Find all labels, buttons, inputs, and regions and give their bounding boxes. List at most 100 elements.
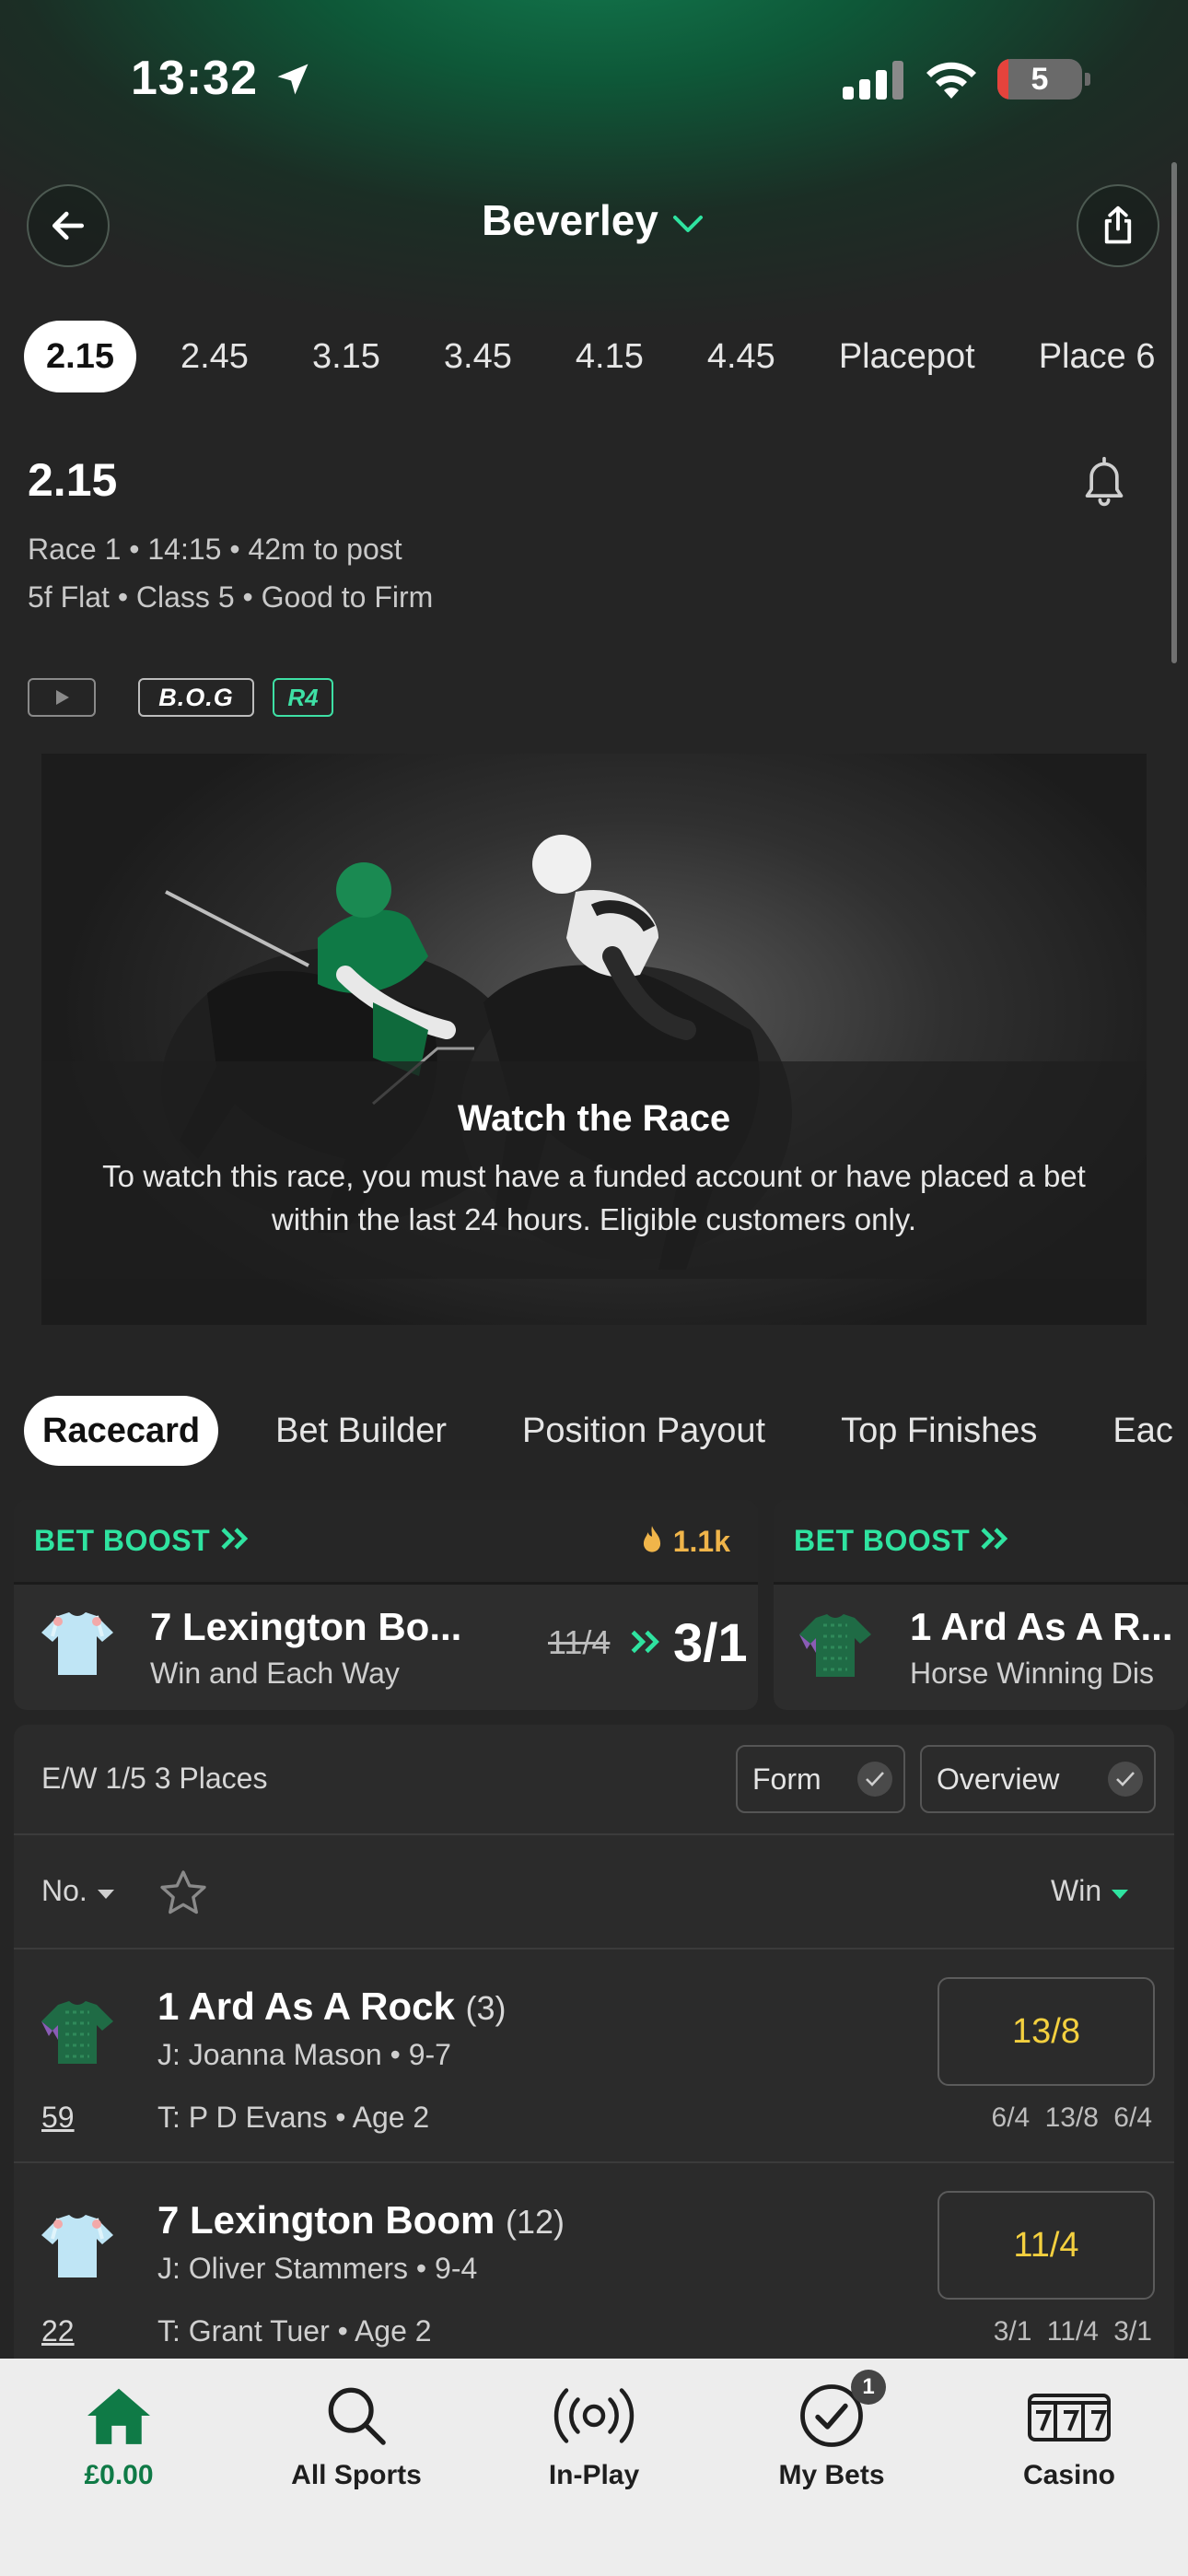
location-arrow-icon <box>277 64 309 95</box>
bet-boost-card[interactable]: BET BOOST 1.1k 7 Lexington Bo... Win and… <box>14 1500 758 1710</box>
tab-position-payout[interactable]: Position Payout <box>504 1396 784 1466</box>
runner-rating[interactable]: 22 <box>41 2314 75 2348</box>
search-icon <box>328 2387 386 2445</box>
tab-top-finishes[interactable]: Top Finishes <box>822 1396 1055 1466</box>
race-meta: Race 1 • 14:15 • 42m to post <box>28 533 402 566</box>
odds-history: 6/4 13/8 6/4 <box>991 2102 1152 2133</box>
venue-name: Beverley <box>482 196 658 244</box>
silk-lexington-boom-icon <box>41 2215 113 2277</box>
racecard-list: E/W 1/5 3 Places Form Overview No. Win 1… <box>14 1725 1174 2370</box>
silk-ard-as-a-rock-icon <box>41 2001 113 2064</box>
my-bets-label: My Bets <box>778 2460 885 2490</box>
race-title: 2.15 <box>28 454 118 506</box>
sort-by-number[interactable]: No. <box>41 1874 116 1908</box>
share-button[interactable] <box>1077 184 1159 267</box>
battery-cap <box>1085 73 1090 86</box>
runner-row[interactable]: 1 Ard As A Rock (3) J: Joanna Mason • 9-… <box>14 1950 1174 2163</box>
all-sports-label: All Sports <box>291 2460 422 2490</box>
runner-rating[interactable]: 59 <box>41 2101 75 2135</box>
my-bets-count-badge: 1 <box>851 2370 886 2405</box>
form-toggle-label: Form <box>752 1762 821 1796</box>
runner-trainer: T: Grant Tuer • Age 2 <box>157 2314 432 2348</box>
bet-boost-market: Win and Each Way <box>150 1657 400 1690</box>
runner-jockey: J: Oliver Stammers • 9-4 <box>157 2252 478 2285</box>
runner-row[interactable]: 7 Lexington Boom (12) J: Oliver Stammers… <box>14 2163 1174 2370</box>
bet-boost-header-2: BET BOOST <box>774 1500 1188 1585</box>
wifi-icon <box>926 62 976 99</box>
star-icon[interactable] <box>156 1867 211 1920</box>
balance-label: £0.00 <box>84 2460 154 2490</box>
race-tab-345[interactable]: 3.45 <box>425 321 531 392</box>
bet-boost-label-2: BET BOOST <box>794 1524 1012 1558</box>
tab-each-way[interactable]: Eac <box>1094 1396 1188 1466</box>
racecard-tabs: Racecard Bet Builder Position Payout Top… <box>24 1396 1188 1466</box>
chevron-down-icon <box>672 215 703 232</box>
price-type-selector[interactable]: Win <box>1051 1874 1130 1908</box>
odds-button[interactable]: 13/8 <box>938 1977 1155 2086</box>
stream-badge <box>28 678 96 717</box>
bottom-tab-bar: £0.00 All Sports In-Play 1 My Bets Casin… <box>0 2359 1188 2576</box>
tab-bet-builder[interactable]: Bet Builder <box>257 1396 465 1466</box>
odds-history: 3/1 11/4 3/1 <box>993 2316 1152 2347</box>
flame-icon <box>643 1526 660 1552</box>
runner-trainer: T: P D Evans • Age 2 <box>157 2101 430 2134</box>
runner-draw: (3) <box>465 1989 507 2027</box>
double-chevron-icon <box>220 1528 248 1550</box>
race-tab-415[interactable]: 4.15 <box>556 321 663 392</box>
r4-badge: R4 <box>273 678 333 717</box>
runner-name: 7 Lexington Boom (12) <box>157 2198 565 2242</box>
silk-ard-as-a-rock-icon <box>799 1614 871 1677</box>
bet-boost-market-2: Horse Winning Dis <box>910 1657 1154 1690</box>
race-tab-445[interactable]: 4.45 <box>688 321 795 392</box>
race-tab-215[interactable]: 2.15 <box>24 321 136 392</box>
racecard-sort-row: No. Win <box>14 1835 1174 1950</box>
tab-all-sports[interactable]: All Sports <box>238 2359 475 2506</box>
bet-boost-selection-2: 1 Ard As A R... <box>910 1605 1173 1648</box>
tab-my-bets[interactable]: 1 My Bets <box>713 2359 950 2506</box>
watch-race-panel[interactable]: Watch the Race To watch this race, you m… <box>41 754 1147 1325</box>
bet-boost-header: BET BOOST 1.1k <box>14 1500 758 1585</box>
bet-boost-new-odds[interactable]: 3/1 <box>673 1612 748 1674</box>
overview-toggle-label: Overview <box>937 1762 1060 1796</box>
each-way-terms: E/W 1/5 3 Places <box>41 1762 268 1795</box>
status-bar: 13:32 5 <box>0 0 1188 157</box>
battery-icon: 5 <box>997 59 1082 100</box>
caret-down-icon <box>97 1890 114 1899</box>
tab-racecard[interactable]: Racecard <box>24 1396 219 1466</box>
racecard-options-row: E/W 1/5 3 Places Form Overview <box>14 1725 1174 1835</box>
double-chevron-icon <box>980 1528 1007 1550</box>
boost-arrow-icon <box>631 1630 659 1654</box>
bet-boost-old-odds: 11/4 <box>548 1623 611 1661</box>
watch-race-title: Watch the Race <box>457 1098 731 1139</box>
form-toggle[interactable]: Form <box>736 1745 905 1813</box>
runner-name: 1 Ard As A Rock (3) <box>157 1985 507 2028</box>
battery-level: 5 <box>1031 62 1049 97</box>
status-time: 13:32 <box>131 52 258 105</box>
home-icon <box>87 2388 150 2444</box>
play-icon <box>56 690 69 705</box>
race-alert-button[interactable] <box>1077 453 1131 513</box>
runner-jockey: J: Joanna Mason • 9-7 <box>157 2038 451 2071</box>
venue-selector[interactable]: Beverley <box>0 195 1188 245</box>
broadcast-icon <box>553 2388 635 2443</box>
tab-casino[interactable]: Casino <box>950 2359 1188 2506</box>
race-tab-placepot[interactable]: Placepot <box>820 321 995 392</box>
share-icon <box>1104 205 1132 244</box>
race-time-tabs: 2.15 2.45 3.15 3.45 4.15 4.45 Placepot P… <box>24 321 1188 392</box>
race-tab-245[interactable]: 2.45 <box>161 321 268 392</box>
overview-toggle[interactable]: Overview <box>920 1745 1156 1813</box>
race-details: 5f Flat • Class 5 • Good to Firm <box>28 580 434 614</box>
bet-boost-label: BET BOOST <box>34 1524 252 1558</box>
check-icon <box>1108 1762 1143 1797</box>
bet-boost-popularity: 1.1k <box>639 1524 730 1559</box>
odds-button[interactable]: 11/4 <box>938 2191 1155 2300</box>
race-tab-place6[interactable]: Place 6 <box>1019 321 1175 392</box>
tab-in-play[interactable]: In-Play <box>475 2359 713 2506</box>
watch-race-overlay: Watch the Race To watch this race, you m… <box>41 1061 1147 1279</box>
watch-race-message: To watch this race, you must have a fund… <box>102 1159 1086 1236</box>
tab-home[interactable]: £0.00 <box>0 2359 238 2506</box>
race-tab-315[interactable]: 3.15 <box>293 321 400 392</box>
in-play-label: In-Play <box>548 2460 640 2490</box>
bet-boost-card-2[interactable]: BET BOOST 1 Ard As A R... Horse Winning … <box>774 1500 1188 1710</box>
slot-machine-icon <box>1028 2394 1111 2441</box>
